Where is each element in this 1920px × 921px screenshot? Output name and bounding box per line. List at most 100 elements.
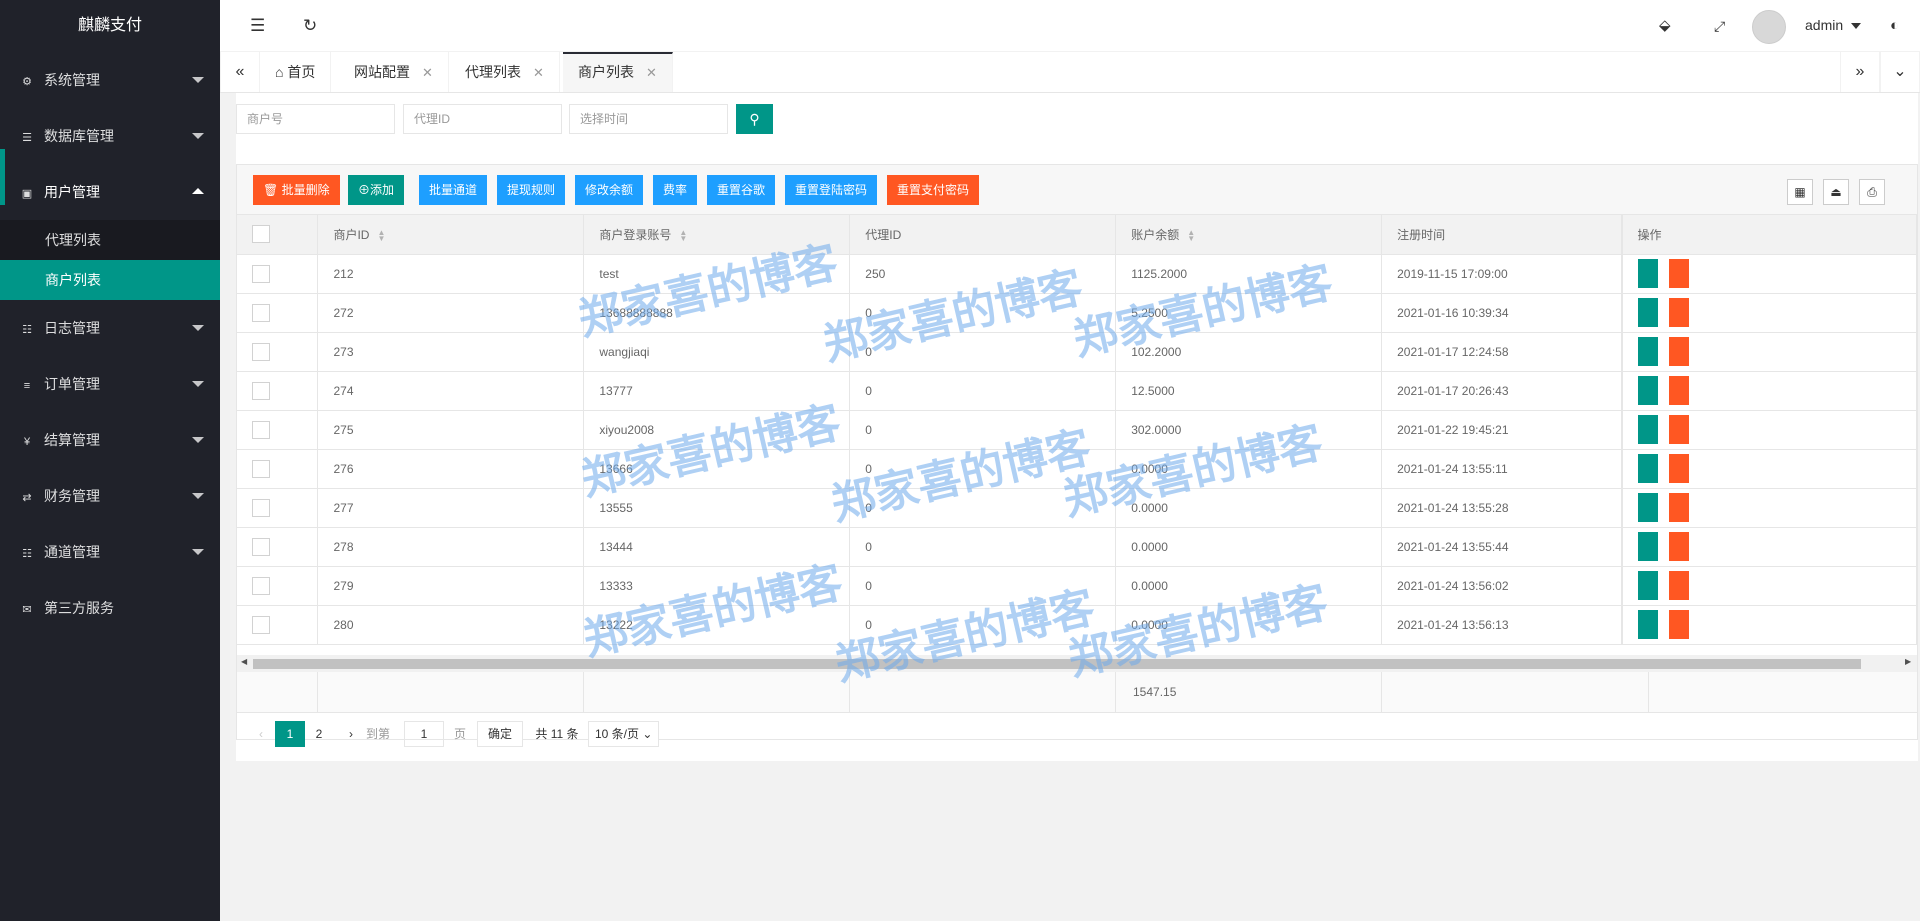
add-button[interactable]: ⊕添加: [348, 175, 405, 205]
table-row[interactable]: 272 13688888888 0 5.2500 2021-01-16 10:39:34: [237, 293, 1917, 333]
row-checkbox[interactable]: [252, 576, 270, 595]
tag-icon[interactable]: ⬙: [1659, 16, 1671, 36]
edit-button[interactable]: [1637, 610, 1658, 639]
row-checkbox[interactable]: [252, 459, 270, 478]
delete-button[interactable]: [1668, 298, 1689, 327]
close-icon[interactable]: ✕: [422, 65, 433, 80]
row-checkbox[interactable]: [252, 615, 270, 634]
sidebar-item-logs[interactable]: ☷ 日志管理: [0, 300, 220, 356]
date-picker-input[interactable]: 选择时间: [569, 104, 728, 134]
delete-button[interactable]: [1668, 571, 1689, 600]
sort-icon[interactable]: ▲ ▼: [1187, 228, 1195, 242]
app-logo[interactable]: 麒麟支付: [0, 0, 220, 52]
select-all-checkbox[interactable]: [252, 225, 270, 244]
edit-button[interactable]: [1637, 415, 1658, 444]
delete-button[interactable]: [1668, 532, 1689, 561]
page-1-button[interactable]: 1: [275, 721, 305, 747]
sort-icon[interactable]: ▲ ▼: [679, 228, 687, 242]
sidebar-item-orders[interactable]: ≡ 订单管理: [0, 356, 220, 412]
print-icon[interactable]: ⎙: [1859, 179, 1885, 205]
reset-google-button[interactable]: 重置谷歌: [707, 175, 776, 205]
column-header-merchant-id[interactable]: 商户ID ▲ ▼: [317, 215, 585, 255]
sidebar-item-database[interactable]: ☰ 数据库管理: [0, 108, 220, 164]
sidebar-item-system[interactable]: ⚙ 系统管理: [0, 52, 220, 108]
delete-button[interactable]: [1668, 610, 1689, 639]
tab-agent-list[interactable]: 代理列表 ✕: [450, 52, 560, 92]
table-row[interactable]: 276 13666 0 0.0000 2021-01-24 13:55:11: [237, 449, 1917, 489]
delete-button[interactable]: [1668, 259, 1689, 288]
table-row[interactable]: 275 xiyou2008 0 302.0000 2021-01-22 19:45:21: [237, 410, 1917, 450]
scroll-left-icon[interactable]: ◀: [241, 657, 247, 666]
page-size-select[interactable]: 10 条/页 ⌄: [588, 721, 660, 747]
theme-icon[interactable]: ◐: [1890, 16, 1899, 36]
agent-id-input[interactable]: 代理ID: [403, 104, 562, 134]
sort-icon[interactable]: ▲ ▼: [377, 228, 385, 242]
fullscreen-icon[interactable]: ⤢: [1714, 16, 1725, 36]
delete-button[interactable]: [1668, 337, 1689, 366]
table-row[interactable]: 212 test 250 1125.2000 2019-11-15 17:09:00: [237, 254, 1917, 294]
delete-button[interactable]: [1668, 376, 1689, 405]
tabs-scroll-right-icon[interactable]: »: [1840, 52, 1880, 92]
column-header-login-account[interactable]: 商户登录账号 ▲ ▼: [583, 215, 851, 255]
row-checkbox[interactable]: [252, 537, 270, 556]
edit-button[interactable]: [1637, 259, 1658, 288]
sidebar-item-users[interactable]: ▣ 用户管理: [0, 149, 220, 220]
tab-home[interactable]: ⌂ 首页: [260, 52, 332, 92]
prev-page-icon[interactable]: ‹: [251, 721, 271, 747]
columns-filter-icon[interactable]: ▦: [1787, 179, 1813, 205]
sidebar-subitem-merchant-list[interactable]: 商户列表: [0, 260, 220, 300]
sidebar-item-channels[interactable]: ☷ 通道管理: [0, 524, 220, 580]
batch-delete-button[interactable]: 🗑 批量删除: [253, 175, 340, 205]
next-page-icon[interactable]: ›: [341, 721, 361, 747]
user-menu[interactable]: admin: [1805, 17, 1843, 33]
tab-merchant-list[interactable]: 商户列表 ✕: [563, 52, 673, 92]
row-checkbox[interactable]: [252, 498, 270, 517]
close-icon[interactable]: ✕: [533, 65, 544, 80]
scrollbar-thumb[interactable]: [253, 659, 1861, 669]
column-header-balance[interactable]: 账户余额 ▲ ▼: [1115, 215, 1383, 255]
avatar[interactable]: [1752, 10, 1786, 44]
scroll-right-icon[interactable]: ▶: [1905, 657, 1911, 666]
edit-button[interactable]: [1637, 493, 1658, 522]
sidebar-item-third-party[interactable]: ✉ 第三方服务: [0, 580, 220, 636]
edit-button[interactable]: [1637, 532, 1658, 561]
row-checkbox[interactable]: [252, 342, 270, 361]
row-checkbox[interactable]: [252, 420, 270, 439]
delete-button[interactable]: [1668, 493, 1689, 522]
table-row[interactable]: 278 13444 0 0.0000 2021-01-24 13:55:44: [237, 527, 1917, 567]
table-row[interactable]: 279 13333 0 0.0000 2021-01-24 13:56:02: [237, 566, 1917, 606]
row-checkbox[interactable]: [252, 264, 270, 283]
modify-balance-button[interactable]: 修改余额: [575, 175, 644, 205]
sidebar-subitem-agent-list[interactable]: 代理列表: [0, 220, 220, 260]
page-2-button[interactable]: 2: [309, 721, 329, 747]
withdraw-rule-button[interactable]: 提现规则: [497, 175, 566, 205]
table-row[interactable]: 277 13555 0 0.0000 2021-01-24 13:55:28: [237, 488, 1917, 528]
table-row[interactable]: 273 wangjiaqi 0 102.2000 2021-01-17 12:24:58: [237, 332, 1917, 372]
row-checkbox[interactable]: [252, 303, 270, 322]
goto-page-input[interactable]: 1: [404, 721, 444, 747]
rate-button[interactable]: 费率: [653, 175, 698, 205]
edit-button[interactable]: [1637, 571, 1658, 600]
table-row[interactable]: 280 13222 0 0.0000 2021-01-24 13:56:13: [237, 605, 1917, 645]
tabs-menu-chevron-icon[interactable]: ⌄: [1880, 52, 1920, 92]
delete-button[interactable]: [1668, 454, 1689, 483]
sidebar-item-finance[interactable]: ⇄ 财务管理: [0, 468, 220, 524]
sidebar-item-settlement[interactable]: ¥ 结算管理: [0, 412, 220, 468]
tabs-scroll-left-icon[interactable]: «: [220, 52, 260, 92]
table-row[interactable]: 274 13777 0 12.5000 2021-01-17 20:26:43: [237, 371, 1917, 411]
menu-collapse-icon[interactable]: ☰: [250, 16, 265, 36]
export-icon[interactable]: ⏏: [1823, 179, 1849, 205]
horizontal-scrollbar[interactable]: ◀ ▶: [237, 655, 1917, 672]
batch-channel-button[interactable]: 批量通道: [419, 175, 488, 205]
edit-button[interactable]: [1637, 454, 1658, 483]
delete-button[interactable]: [1668, 415, 1689, 444]
edit-button[interactable]: [1637, 337, 1658, 366]
edit-button[interactable]: [1637, 298, 1658, 327]
close-icon[interactable]: ✕: [646, 65, 657, 80]
reset-login-password-button[interactable]: 重置登陆密码: [785, 175, 878, 205]
goto-confirm-button[interactable]: 确定: [477, 721, 524, 747]
row-checkbox[interactable]: [252, 381, 270, 400]
refresh-icon[interactable]: ↻: [303, 16, 317, 36]
merchant-no-input[interactable]: 商户号: [236, 104, 395, 134]
edit-button[interactable]: [1637, 376, 1658, 405]
